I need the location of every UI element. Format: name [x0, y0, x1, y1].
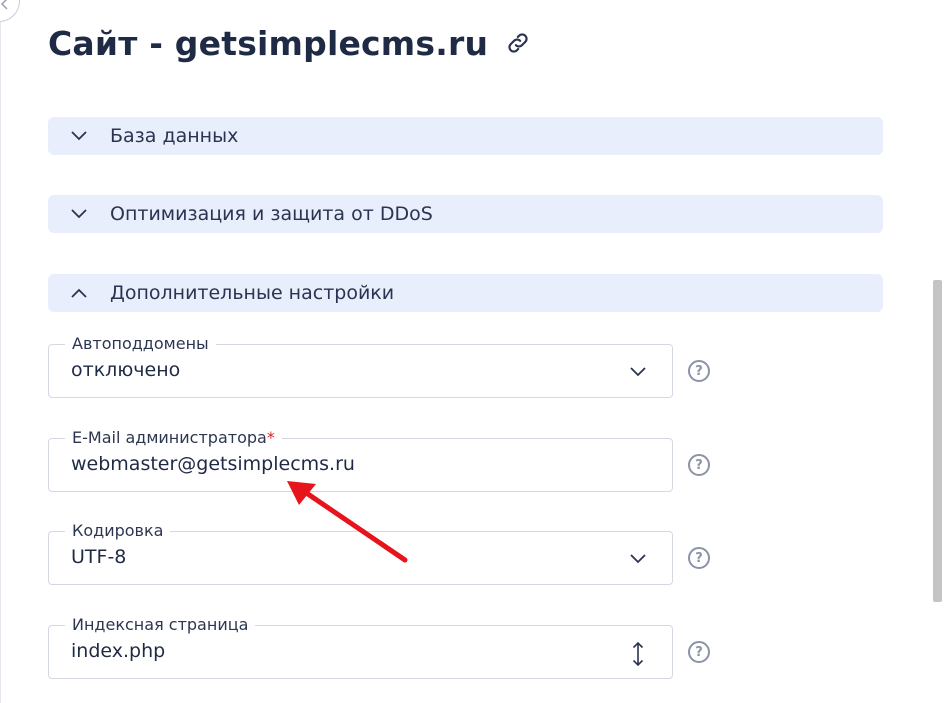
help-icon[interactable]: ? [688, 641, 710, 663]
section-label: Дополнительные настройки [110, 282, 395, 304]
scrollbar-thumb[interactable] [933, 280, 942, 602]
section-database[interactable]: База данных [48, 117, 883, 155]
chevron-left-icon [0, 0, 8, 10]
up-down-arrows-icon [628, 641, 648, 667]
field-value: webmaster@getsimplecms.ru [71, 453, 355, 475]
field-label: Индексная страница [65, 615, 256, 635]
chevron-down-icon [70, 127, 88, 145]
page-title: Сайт - getsimplecms.ru [48, 24, 489, 63]
chevron-up-icon [70, 284, 88, 302]
field-label: E-Mail администратора* [65, 428, 282, 448]
section-optimization-ddos[interactable]: Оптимизация и защита от DDoS [48, 195, 883, 233]
section-label: База данных [110, 125, 239, 147]
section-additional-settings[interactable]: Дополнительные настройки [48, 274, 883, 312]
help-icon[interactable]: ? [688, 360, 710, 382]
back-button[interactable] [0, 0, 20, 22]
autosubdomains-select[interactable]: Автоподдомены отключено [48, 334, 673, 398]
field-value: UTF-8 [71, 546, 127, 568]
admin-email-field[interactable]: E-Mail администратора* webmaster@getsimp… [48, 428, 673, 492]
field-value: index.php [71, 640, 166, 662]
index-page-select[interactable]: Индексная страница index.php [48, 615, 673, 679]
copy-link-button[interactable] [504, 29, 532, 57]
chevron-down-icon [70, 205, 88, 223]
link-icon [508, 33, 528, 53]
help-icon[interactable]: ? [688, 454, 710, 476]
field-label-text: E-Mail администратора [72, 428, 267, 447]
chevron-down-icon [628, 549, 648, 569]
panel-left-border [0, 0, 1, 703]
required-mark: * [266, 428, 275, 447]
section-label: Оптимизация и защита от DDoS [110, 203, 433, 225]
field-label: Кодировка [65, 521, 171, 541]
chevron-down-icon [628, 362, 648, 382]
field-label: Автоподдомены [65, 334, 216, 354]
field-value: отключено [71, 359, 181, 381]
help-icon[interactable]: ? [688, 547, 710, 569]
encoding-select[interactable]: Кодировка UTF-8 [48, 521, 673, 585]
